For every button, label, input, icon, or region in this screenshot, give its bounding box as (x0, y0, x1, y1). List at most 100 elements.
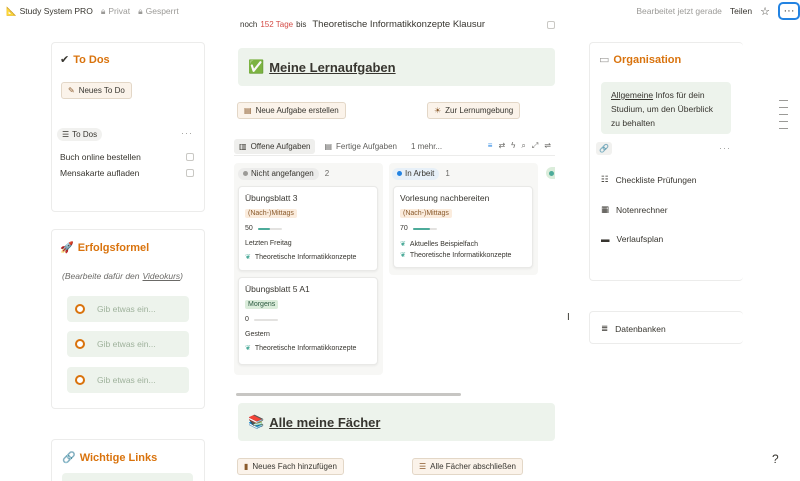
org-item-verlaufsplan[interactable]: ▬ Verlaufsplan (601, 234, 663, 244)
finish-subjects-button[interactable]: ☰ Alle Fächer abschließen (412, 458, 523, 475)
leaf-icon: ❦ (245, 345, 251, 352)
star-icon[interactable]: ☆ (760, 5, 770, 18)
text-cursor-icon: I (567, 312, 570, 323)
radio-icon[interactable] (75, 339, 85, 349)
checklist-icon: ☷ (601, 174, 609, 184)
formula-input[interactable]: Gib etwas ein... (67, 296, 189, 322)
new-task-button[interactable]: ▤ Neue Aufgabe erstellen (237, 102, 346, 119)
relation-item[interactable]: ❦ Theoretische Informatikkonzepte (245, 253, 371, 262)
column-header-next[interactable] (546, 167, 555, 179)
outline-indicator[interactable] (779, 100, 788, 129)
org-item-notenrechner[interactable]: ▦ Notenrechner (601, 204, 668, 215)
bulb-icon: ☀ (434, 106, 442, 115)
bookmark-icon: ▮ (244, 462, 249, 471)
status-dot-icon (397, 171, 402, 176)
help-icon[interactable]: ? (772, 452, 779, 466)
todo-item[interactable]: Buch online bestellen (60, 152, 141, 162)
lightning-icon[interactable]: ϟ (511, 141, 515, 151)
radio-icon[interactable] (75, 304, 85, 314)
sort-icon[interactable]: ⇄ (498, 141, 505, 151)
filter-icon[interactable]: ≡ (488, 141, 493, 151)
link-icon: 🔗 (62, 452, 76, 464)
task-card[interactable]: Übungsblatt 3 (Nach-)Mittags 50 Letzten … (238, 186, 378, 271)
formula-input[interactable]: Gib etwas ein... (67, 331, 189, 357)
faecher-banner: 📚 Alle meine Fächer (238, 403, 555, 441)
radio-icon[interactable] (75, 375, 85, 385)
more-options-button[interactable]: ··· (778, 2, 800, 20)
tab-more[interactable]: 1 mehr... (406, 139, 447, 154)
leaf-icon: ❦ (245, 254, 251, 261)
privacy-indicator[interactable]: 🔒︎ Privat (101, 6, 130, 17)
todos-view-tab[interactable]: ☰ To Dos (57, 128, 103, 141)
task-title: Übungsblatt 5 A1 (245, 284, 310, 294)
erfolgsformel-hint: (Bearbeite dafür den Videokurs ) (62, 271, 183, 281)
organisation-note: Allgemeine Infos für dein Studium, um de… (601, 82, 731, 134)
column-header-in-arbeit[interactable]: In Arbeit 1 (392, 167, 450, 180)
task-date: Letzten Freitag (245, 240, 292, 247)
briefcase-icon: ▬ (601, 234, 610, 244)
locked-indicator[interactable]: 🔒︎ Gesperrt (138, 6, 179, 17)
new-subject-button[interactable]: ▮ Neues Fach hinzufügen (237, 458, 344, 475)
document-icon: ▤ (244, 106, 252, 115)
rocket-icon: 🚀 (60, 242, 74, 254)
search-icon[interactable]: ⌕ (521, 141, 525, 151)
formula-input[interactable]: Gib etwas ein... (67, 367, 189, 393)
column-count: 2 (324, 169, 330, 178)
erfolgsformel-title: 🚀 Erfolgsformel (60, 241, 150, 255)
relation-item[interactable]: ❦ Theoretische Informatikkonzepte (245, 344, 371, 353)
settings-icon[interactable]: ⇌ (544, 141, 551, 151)
tab-fertige-aufgaben[interactable]: ▤ Fertige Aufgaben (319, 139, 402, 154)
view-toolbar: ≡ ⇄ ϟ ⌕ ⤢ ⇌ (488, 141, 551, 151)
todos-more-icon[interactable]: ··· (181, 128, 193, 138)
page-title: Study System PRO (19, 6, 93, 16)
board-icon: ▥ (239, 142, 247, 151)
todo-item[interactable]: Mensakarte aufladen (60, 168, 139, 178)
relation-item[interactable]: ❦ Aktuelles Beispielfach (400, 240, 526, 249)
progress: 70 (400, 225, 526, 232)
breadcrumb[interactable]: 📐 Study System PRO (6, 6, 93, 17)
allgemeine-link[interactable]: Allgemeine (611, 90, 653, 100)
horizontal-scrollbar[interactable] (236, 393, 461, 396)
column-header-nicht-angefangen[interactable]: Nicht angefangen 2 (238, 167, 329, 180)
org-item-checkliste[interactable]: ☷ Checkliste Prüfungen (601, 174, 696, 185)
time-tag: (Nach-)Mittags (245, 209, 297, 218)
task-card[interactable]: Übungsblatt 5 A1 Morgens 0 Gestern ❦ The… (238, 277, 378, 365)
countdown-checkbox[interactable] (547, 21, 555, 29)
new-todo-button[interactable]: ✎ Neues To Do (61, 82, 132, 99)
scroll-icon: ▭ (599, 54, 610, 66)
databases-item[interactable]: ≣ Datenbanken (601, 323, 666, 334)
relation-item[interactable]: ❦ Theoretische Informatikkonzepte (400, 251, 526, 260)
edited-status: Bearbeitet jetzt gerade (636, 6, 722, 16)
links-card[interactable] (62, 473, 193, 481)
checkmark-icon: ✔ (60, 54, 70, 66)
tab-offene-aufgaben[interactable]: ▥ Offene Aufgaben (234, 139, 316, 154)
organisation-more-icon[interactable]: ··· (719, 143, 731, 153)
task-card[interactable]: Vorlesung nachbereiten (Nach-)Mittags 70… (393, 186, 533, 268)
todo-checkbox[interactable] (186, 169, 194, 177)
progress-fill (257, 227, 270, 230)
leaf-icon: ❦ (400, 252, 406, 259)
progress: 0 (245, 316, 371, 323)
time-tag: (Nach-)Mittags (400, 209, 452, 218)
learning-env-button[interactable]: ☀ Zur Lernumgebung (427, 102, 521, 119)
todo-checkbox[interactable] (186, 153, 194, 161)
todos-title: ✔ To Dos (60, 53, 110, 67)
expand-icon[interactable]: ⤢ (532, 141, 538, 151)
lernaufgaben-banner: ✅ Meine Lernaufgaben (238, 48, 555, 86)
books-icon: 📚 (248, 414, 265, 429)
task-date: Gestern (245, 331, 270, 338)
task-title: Übungsblatt 3 (245, 193, 298, 203)
share-button[interactable]: Teilen (730, 6, 752, 16)
task-title: Vorlesung nachbereiten (400, 193, 490, 203)
lock-icon: 🔒︎ (100, 5, 106, 16)
organisation-panel (589, 42, 743, 281)
links-title: 🔗 Wichtige Links (62, 451, 158, 465)
checklist-icon: ☰ (419, 462, 427, 471)
ruler-pencil-icon: 📐 (6, 5, 17, 16)
time-tag: Morgens (245, 300, 279, 309)
videokurs-link[interactable]: Videokurs (143, 271, 181, 281)
status-dot-icon (243, 171, 248, 176)
view-tabs: ▥ Offene Aufgaben ▤ Fertige Aufgaben 1 m… (234, 138, 555, 156)
board-icon: ▤ (324, 142, 333, 151)
link-icon[interactable]: 🔗 (596, 142, 612, 155)
